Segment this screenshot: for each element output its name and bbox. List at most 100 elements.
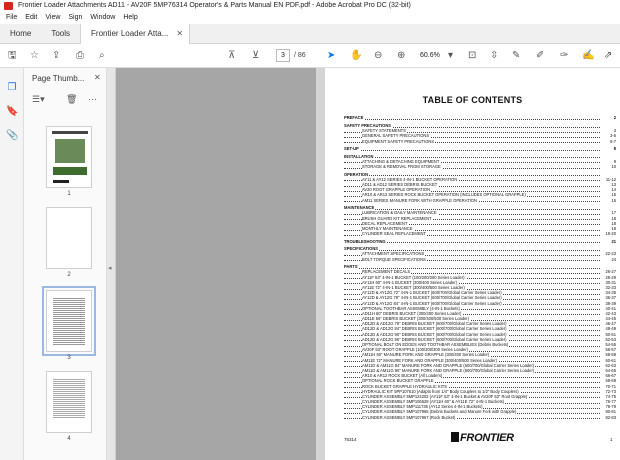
toc-entry[interactable]: AM11 SERIES MANURE FORK WITH GRAPPLE OPE…	[344, 197, 616, 203]
zoom-out-icon[interactable]: ⊖	[374, 49, 382, 63]
close-icon[interactable]: ✕	[94, 73, 101, 82]
menu-file[interactable]: File	[6, 12, 17, 24]
toc-entry[interactable]: TROUBLESHOOTING 21	[344, 238, 616, 244]
menu-help[interactable]: Help	[123, 12, 137, 24]
thumb-cover-image	[53, 167, 87, 175]
pdf-page: TABLE OF CONTENTS PREFACE 2 SAFETY PRECAUT…	[325, 68, 620, 460]
window-title: Frontier Loader Attachments AD11 - AV20F…	[18, 2, 411, 9]
delete-icon[interactable]: 🗑	[66, 94, 77, 105]
thumb-text-lines	[53, 378, 85, 418]
toc-entry-page: 10	[610, 164, 616, 170]
print-icon[interactable]: ⎙	[76, 49, 84, 63]
toc-entry[interactable]: EQUIPMENT SAFETY PRECAUTIONS 6-7	[344, 138, 616, 144]
toc-entry-page: 2	[612, 115, 616, 121]
toc-entry-title: SET-UP	[344, 146, 360, 152]
frontier-logo: FRONTIER	[451, 432, 514, 444]
viewport-background	[116, 68, 316, 460]
thumbnail-page-number: 3	[67, 355, 71, 361]
footer-page-number: 1	[610, 437, 613, 442]
table-of-contents: PREFACE 2 SAFETY PRECAUTIONS SAFETY STATEME…	[344, 113, 616, 420]
left-rail: ❐ 🔖 📎	[0, 68, 24, 460]
panel-splitter[interactable]: ◂	[107, 68, 116, 460]
thumbnail-page-number: 4	[67, 436, 71, 442]
toc-entry-title: CYLINDER ASSEMBLY 5MP107967 (Rock Bucket…	[362, 414, 457, 420]
collapse-chevron-icon[interactable]: ◂	[108, 264, 112, 272]
upload-icon[interactable]: ⇪	[52, 49, 60, 63]
toc-entry-title: EQUIPMENT SAFETY PRECAUTIONS	[362, 138, 435, 144]
search-icon[interactable]: ⌕	[99, 49, 105, 63]
frontier-mark-icon	[451, 432, 459, 442]
menu-window[interactable]: Window	[90, 12, 115, 24]
thumb-text-lines	[53, 297, 85, 345]
attachments-icon[interactable]: 📎	[6, 130, 18, 142]
toc-entry-title: PARTS	[344, 264, 359, 270]
page-thumbnail[interactable]	[46, 126, 92, 188]
toc-entry-page: 16	[610, 197, 616, 203]
close-icon[interactable]: ✕	[176, 24, 183, 44]
toc-entry[interactable]: PREFACE 2	[344, 115, 616, 121]
bookmark-star-icon[interactable]: ☆	[30, 49, 39, 63]
page-thumbnail[interactable]	[46, 371, 92, 433]
previous-page-icon[interactable]: ⊼	[228, 49, 235, 63]
panel-title: Page Thumb...	[32, 74, 85, 83]
page-thumbnail[interactable]	[46, 207, 92, 269]
select-cursor-icon[interactable]: ➤	[327, 49, 335, 63]
page-number-input[interactable]: 3	[276, 49, 290, 62]
fit-page-icon[interactable]: ⊡	[468, 49, 476, 63]
hand-tool-icon[interactable]: ✋	[350, 49, 362, 63]
toc-entry-page: 24	[610, 256, 616, 262]
toc-leader-dots	[344, 118, 600, 120]
tab-home[interactable]: Home	[0, 24, 41, 44]
tab-tools[interactable]: Tools	[41, 24, 80, 44]
toc-entry[interactable]: CYLINDER SEAL REPLACEMENT 19-20	[344, 231, 616, 237]
zoom-level-input[interactable]: 60.6%	[420, 49, 452, 62]
page-thumbnails-icon[interactable]: ❐	[6, 82, 18, 94]
brand-name: FRONTIER	[460, 432, 514, 444]
main-toolbar: 🖫 ☆ ⇪ ⎙ ⌕ ⊼ ⊻ ➤ ✋ ⊖ ⊕ ▾ ⊡ ⇳ ✎ ✐ ✑ ✍ ⇗	[0, 44, 620, 68]
thumb-cover-image	[55, 139, 85, 163]
thumbnail-options-icon[interactable]: ☰▾	[32, 94, 45, 105]
tab-document[interactable]: Frontier Loader Atta... ✕	[80, 24, 191, 44]
menu-sign[interactable]: Sign	[68, 12, 82, 24]
toc-entry-title: PREFACE	[344, 115, 365, 121]
toc-entry-title: CYLINDER SEAL REPLACEMENT	[362, 231, 428, 237]
toc-entry[interactable]: SET-UP 8	[344, 146, 616, 152]
draw-icon[interactable]: ✑	[560, 49, 568, 63]
thumb-logo	[53, 180, 69, 183]
footer-doc-number: 76314	[344, 437, 357, 442]
toc-entry[interactable]: CYLINDER ASSEMBLY 5MP107967 (Rock Bucket…	[344, 414, 616, 420]
next-page-icon[interactable]: ⊻	[252, 49, 259, 63]
toc-entry-page: 82-83	[604, 414, 616, 420]
comment-icon[interactable]: ✎	[512, 49, 520, 63]
zoom-in-icon[interactable]: ⊕	[397, 49, 405, 63]
toc-entry-page: 21	[610, 238, 616, 244]
page-thumbnails-panel: Page Thumb... ✕ ☰▾ 🗑 ⋯ 1 2 3 4	[24, 68, 107, 460]
toc-entry-page: 8	[612, 146, 616, 152]
page-thumbnail-selected[interactable]	[42, 286, 96, 356]
sign-icon[interactable]: ✍	[582, 49, 594, 63]
toc-entry[interactable]: BOLT TORQUE SPECIFICATIONS 24	[344, 256, 616, 262]
share-icon[interactable]: ⇗	[604, 49, 612, 63]
toc-entry-page: 19-20	[604, 231, 616, 237]
toc-leader-dots	[344, 149, 600, 151]
tab-bar: Home Tools Frontier Loader Atta... ✕	[0, 24, 620, 44]
more-options-icon[interactable]: ⋯	[88, 94, 97, 105]
document-viewport[interactable]: TABLE OF CONTENTS PREFACE 2 SAFETY PRECAUT…	[116, 68, 620, 460]
menu-edit[interactable]: Edit	[25, 12, 37, 24]
window-titlebar: Frontier Loader Attachments AD11 - AV20F…	[0, 0, 620, 12]
page-total: / 86	[294, 52, 306, 59]
toc-entry-title: BOLT TORQUE SPECIFICATIONS	[362, 256, 427, 262]
toc-entry[interactable]: STORAGE & REMOVAL FROM STORAGE 10	[344, 164, 616, 170]
menu-bar: File Edit View Sign Window Help	[0, 12, 620, 24]
page-title: TABLE OF CONTENTS	[422, 95, 523, 105]
acrobat-logo-icon	[4, 2, 13, 10]
toc-entry-title: TROUBLESHOOTING	[344, 238, 387, 244]
menu-view[interactable]: View	[45, 12, 60, 24]
thumbnail-page-number: 1	[67, 191, 71, 197]
toc-entry-title: AM11 SERIES MANURE FORK WITH GRAPPLE OPE…	[362, 197, 478, 203]
bookmarks-icon[interactable]: 🔖	[6, 106, 18, 118]
thumbnail-page-number: 2	[67, 272, 71, 278]
scroll-mode-icon[interactable]: ⇳	[490, 49, 498, 63]
save-icon[interactable]: 🖫	[8, 49, 17, 63]
highlight-icon[interactable]: ✐	[536, 49, 544, 63]
